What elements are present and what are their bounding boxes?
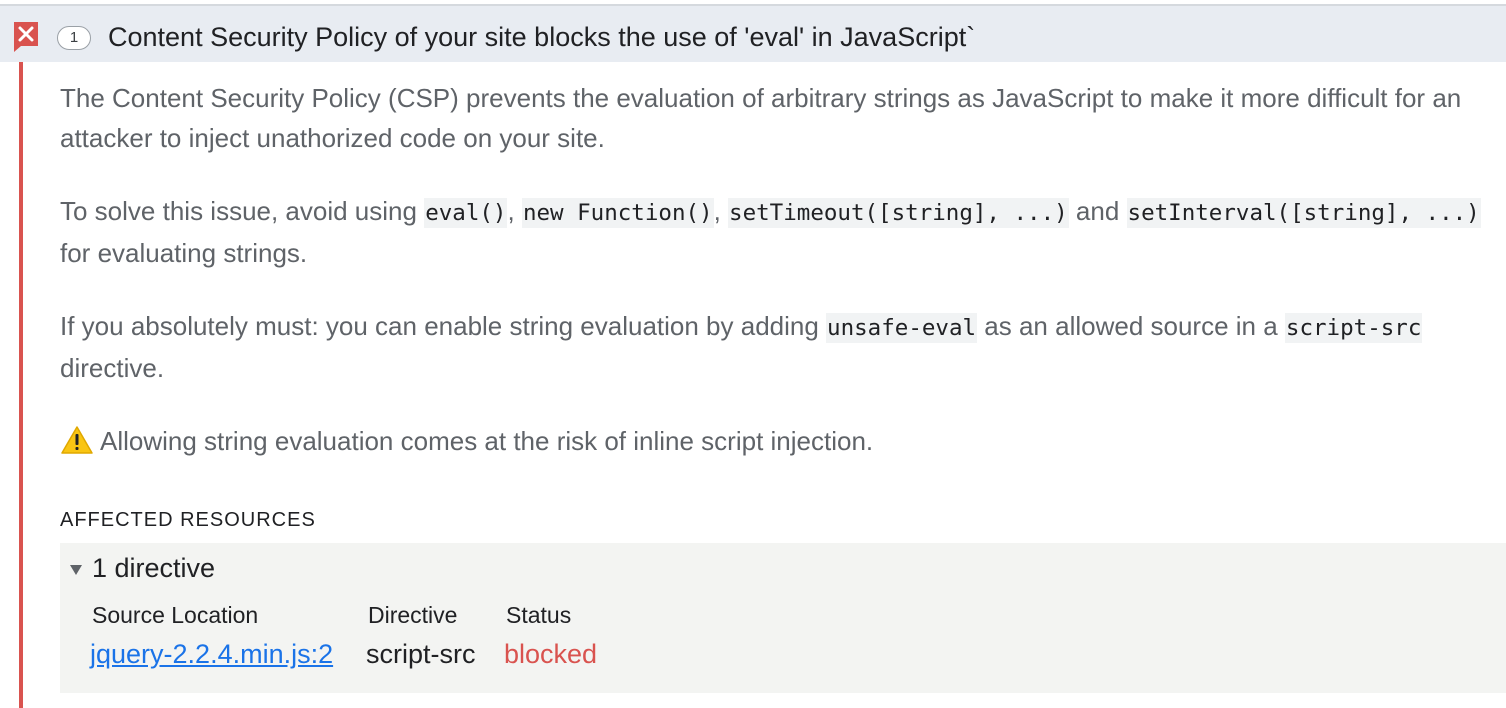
solution-text: and [1068, 196, 1127, 226]
code-eval: eval() [424, 198, 508, 228]
workaround-text: as an allowed source in a [977, 311, 1285, 341]
code-new-function: new Function() [521, 198, 714, 228]
column-header-source-location: Source Location [92, 602, 259, 628]
solution-text: , [713, 196, 729, 226]
status-badge: blocked [504, 639, 598, 669]
code-settimeout: setTimeout([string], ...) [728, 198, 1069, 228]
workaround-text: If you absolutely must: you can enable s… [60, 311, 827, 341]
affected-resources-panel: 1 directive Source Location Directive St… [60, 543, 1506, 693]
affected-resources-label: AFFECTED RESOURCES [60, 509, 316, 531]
warning-paragraph: Allowing string evaluation comes at the … [60, 421, 1500, 461]
code-setinterval: setInterval([string], ...) [1126, 198, 1481, 228]
source-location-link[interactable]: jquery-2.2.4.min.js:2 [90, 637, 333, 671]
warning-text: Allowing string evaluation comes at the … [100, 426, 874, 456]
code-script-src: script-src [1284, 313, 1423, 343]
severity-bar [19, 62, 23, 708]
issue-body: The Content Security Policy (CSP) preven… [60, 78, 1506, 693]
issue-title[interactable]: Content Security Policy of your site blo… [108, 21, 975, 53]
column-header-status: Status [506, 602, 572, 628]
issue-header[interactable]: 1 Content Security Policy of your site b… [0, 4, 1506, 62]
workaround-paragraph: If you absolutely must: you can enable s… [60, 306, 1500, 388]
error-x-icon [14, 22, 38, 52]
solution-paragraph: To solve this issue, avoid using eval(),… [60, 191, 1500, 273]
directive-value: script-src [366, 639, 476, 669]
code-unsafe-eval: unsafe-eval [826, 313, 978, 343]
triangle-down-icon[interactable] [70, 565, 82, 575]
solution-text: for evaluating strings. [60, 238, 308, 268]
solution-text: , [507, 196, 522, 226]
directive-toggle[interactable]: 1 directive [92, 551, 215, 585]
issue-count-badge: 1 [57, 26, 91, 50]
solution-text: To solve this issue, avoid using [60, 196, 425, 226]
workaround-text: directive. [60, 353, 165, 383]
warning-triangle-icon [61, 426, 93, 454]
column-header-directive: Directive [368, 602, 458, 628]
description-paragraph: The Content Security Policy (CSP) preven… [60, 83, 1462, 153]
